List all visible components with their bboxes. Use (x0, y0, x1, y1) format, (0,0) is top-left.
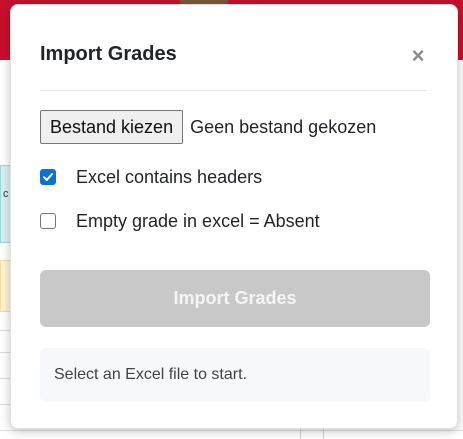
empty-absent-checkbox-label: Empty grade in excel = Absent (76, 210, 320, 231)
table-bottom-border (0, 430, 463, 431)
headers-checkbox-label: Excel contains headers (76, 166, 263, 187)
file-status-text: Geen bestand gekozen (190, 116, 377, 137)
check-icon (43, 173, 53, 181)
headers-checkbox[interactable] (40, 169, 56, 185)
modal-header: Import Grades × (40, 43, 427, 91)
empty-absent-checkbox[interactable] (40, 213, 56, 229)
import-grades-modal: Import Grades × Bestand kiezen Geen best… (10, 4, 458, 429)
modal-title: Import Grades (40, 43, 177, 65)
option-excel-headers[interactable]: Excel contains headers (40, 165, 262, 189)
close-icon[interactable]: × (409, 45, 427, 67)
import-grades-button[interactable]: Import Grades (40, 270, 430, 327)
file-input[interactable]: Bestand kiezen Geen bestand gekozen (40, 110, 377, 144)
choose-file-button[interactable]: Bestand kiezen (40, 110, 184, 144)
option-empty-absent[interactable]: Empty grade in excel = Absent (40, 209, 320, 233)
info-message: Select an Excel file to start. (40, 348, 430, 402)
cell-text: c (3, 188, 9, 200)
